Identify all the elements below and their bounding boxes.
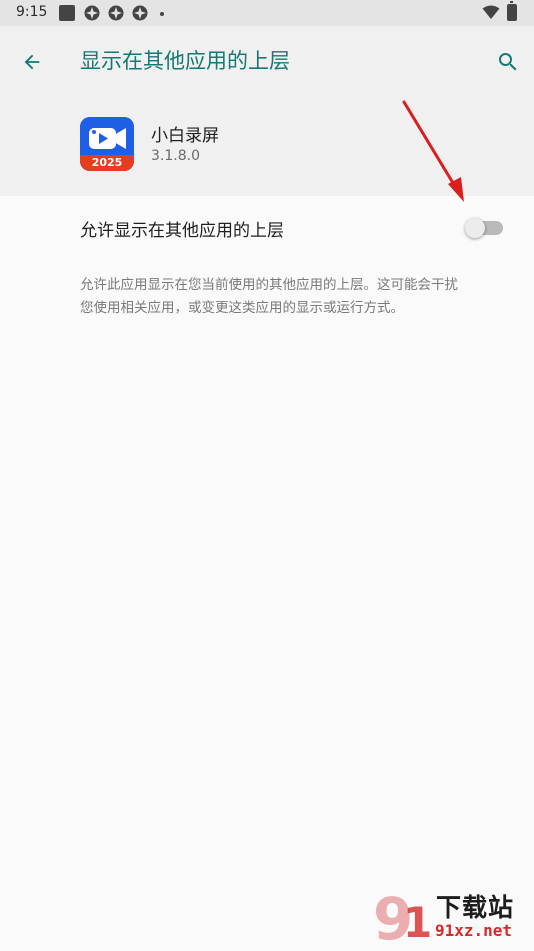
status-bar: 9:15 — [0, 0, 534, 26]
page-title: 显示在其他应用的上层 — [80, 49, 290, 73]
watermark-url: 91xz.net — [435, 921, 513, 940]
app-version: 3.1.8.0 — [151, 148, 200, 164]
app-icon-badge: 2025 — [91, 156, 123, 169]
switch-thumb — [465, 218, 485, 238]
red-arrow-annotation — [402, 100, 464, 202]
more-notifications-dot — [160, 12, 164, 16]
arrow-back-icon — [24, 54, 40, 70]
search-button[interactable] — [490, 44, 526, 80]
app-notification-icon — [108, 5, 124, 21]
overlay-permission-switch[interactable] — [465, 218, 505, 238]
status-time: 9:15 — [16, 4, 48, 20]
wifi-icon — [482, 5, 500, 19]
setting-label: 允许显示在其他应用的上层 — [80, 221, 284, 241]
battery-icon — [507, 1, 517, 21]
svg-text:1: 1 — [403, 898, 432, 947]
search-icon — [499, 53, 517, 71]
description-line: 您使用相关应用，或变更这类应用的显示或运行方式。 — [80, 300, 404, 316]
back-button[interactable] — [14, 44, 50, 80]
description-line: 允许此应用显示在您当前使用的其他应用的上层。这可能会干扰 — [80, 277, 458, 293]
screenshot-notification-icon — [59, 5, 75, 21]
watermark-text: 下载站 — [436, 893, 515, 922]
app-name: 小白录屏 — [151, 126, 219, 146]
app-notification-icon — [84, 5, 100, 21]
app-notification-icon — [132, 5, 148, 21]
watermark: 9 1 下载站 91xz.net — [373, 885, 533, 951]
app-icon: 2025 — [80, 117, 134, 171]
setting-description: 允许此应用显示在您当前使用的其他应用的上层。这可能会干扰 您使用相关应用，或变更… — [80, 274, 520, 320]
watermark-logo-icon: 9 1 — [373, 885, 432, 951]
